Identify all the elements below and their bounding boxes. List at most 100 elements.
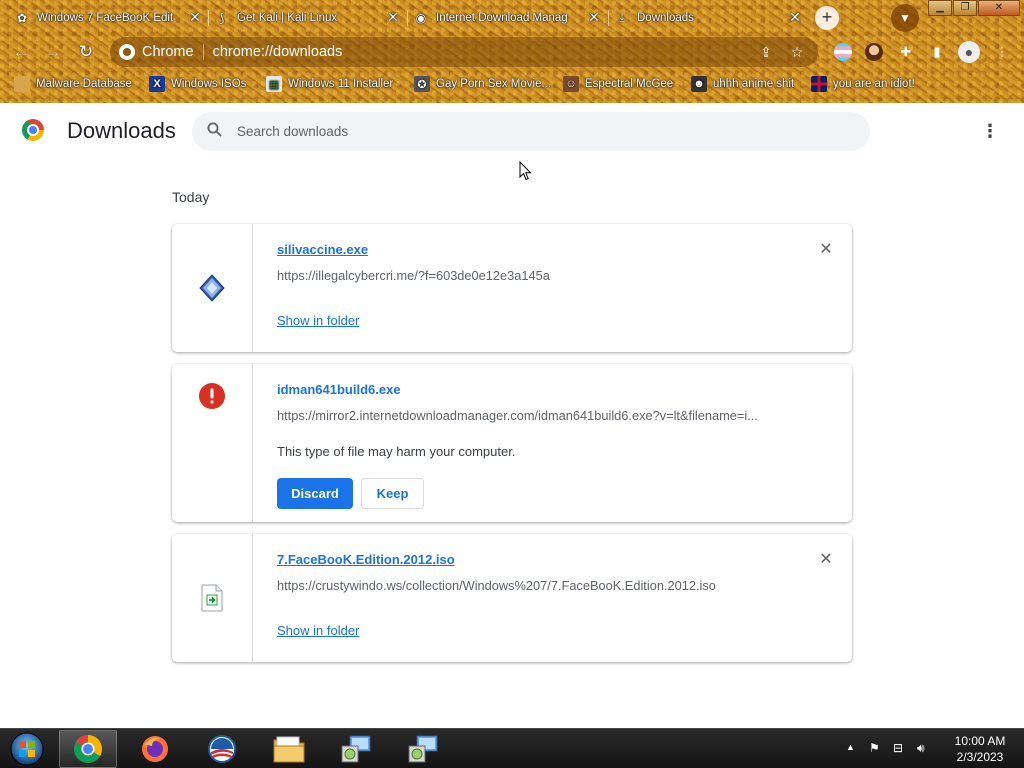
kali-dragon-icon: ⟆ [219,10,225,25]
site-chip: Chrome [142,44,204,60]
show-in-folder-link[interactable]: Show in folder [277,623,359,638]
taskbar-file-explorer[interactable] [260,730,318,768]
anime-icon: ☻ [691,76,707,92]
badge-icon: ✪ [414,76,430,92]
download-item: silivaccine.exe https://illegalcybercri.… [172,224,852,352]
forward-button[interactable]: → [42,41,64,63]
taskbar-obama-logo[interactable] [193,730,251,768]
volume-icon[interactable]: 🔊︎ [917,741,925,756]
minimize-button[interactable]: ▁ [928,0,952,16]
tab-close-icon[interactable]: ✕ [786,9,804,26]
bookmarks-bar: Malware Database X Windows ISOs ▦ Window… [0,70,1024,98]
side-panel-icon[interactable]: ▮ [928,43,946,61]
bookmark-malware-database[interactable]: Malware Database [14,76,132,92]
bookmark-espectral-mcgee[interactable]: ☺ Espectral McGee [563,76,673,92]
danger-icon [199,383,225,409]
x-logo-icon: X [149,76,165,92]
remove-download-close-icon[interactable]: ✕ [816,240,836,260]
download-file-name: idman641build6.exe [277,382,401,397]
more-actions-icon[interactable]: ⋮ [980,119,1000,143]
avatar-extension-icon[interactable] [865,43,883,61]
network-icon[interactable]: ⊟ [893,741,903,755]
download-url: https://mirror2.internetdownloadmanager.… [277,408,758,423]
taskbar-chrome[interactable] [59,730,117,768]
download-url: https://crustywindo.ws/collection/Window… [277,578,716,593]
taskbar: ▲ ⚑ ⊟ 🔊︎ 10:00 AM 2/3/2023 [0,728,1024,768]
extensions-puzzle-icon[interactable]: ✚ [897,43,915,61]
tab-internet-download-manager[interactable]: ◉ Internet Download Manag ✕ [413,4,603,31]
obama-logo-icon [208,735,236,763]
reload-icon: ↻ [78,42,94,61]
bookmark-you-are-an-idiot[interactable]: you are an idiot! [811,76,915,92]
browser-frame: ✿ Windows 7 FaceBooK Edit ✕ ⟆ Get Kali |… [0,0,1024,103]
clock-time: 10:00 AM [954,734,1006,748]
tab-get-kali[interactable]: ⟆ Get Kali | Kali Linux ✕ [214,4,402,31]
tab-downloads[interactable]: ⤓ Downloads ✕ [614,4,804,31]
action-center-flag-icon[interactable]: ⚑ [869,741,880,755]
back-arrow-icon: ← [12,42,30,61]
window-close-button[interactable]: ✕ [978,0,1020,16]
page-title: Downloads [67,118,176,143]
share-icon[interactable]: ⇪ [756,44,776,61]
start-button[interactable] [9,732,45,766]
clock-date: 2/3/2023 [956,750,1004,764]
folder-icon [14,76,30,92]
file-icon-column [172,224,253,352]
bookmark-gay-porn-sex-movie[interactable]: ✪ Gay Porn Sex Movie... [414,76,551,92]
search-input[interactable] [237,124,870,139]
search-downloads[interactable] [192,112,870,151]
chevron-down-icon: ▼ [899,11,911,25]
search-icon [204,122,224,141]
tab-close-icon[interactable]: ✕ [384,9,402,26]
chrome-site-icon [119,44,135,60]
taskbar-setup-program[interactable] [327,730,385,768]
download-file-name[interactable]: silivaccine.exe [277,242,368,257]
tab-separator [208,10,209,26]
download-file-name[interactable]: 7.FaceBooK.Edition.2012.iso [277,552,455,567]
restore-button[interactable]: ❐ [953,0,977,16]
generic-site-icon: ✿ [16,10,28,25]
tab-separator [407,10,408,26]
section-date-label: Today [172,189,210,205]
kebab-menu-icon[interactable]: ⋮ [993,43,1011,61]
folder-icon [273,736,305,763]
tab-close-icon[interactable]: ✕ [585,9,603,26]
download-icon: ⤓ [619,10,625,24]
reload-button[interactable]: ↻ [75,41,97,63]
show-hidden-icons-chevron-icon[interactable]: ▲ [846,742,855,752]
globe-icon: ◉ [415,10,427,25]
remove-download-close-icon[interactable]: ✕ [816,550,836,570]
file-icon-column [172,364,253,522]
bookmark-windows-11-installer[interactable]: ▦ Windows 11 Installer [266,76,393,92]
back-button[interactable]: ← [10,41,32,63]
chrome-icon [74,735,102,763]
url-text[interactable]: chrome://downloads [204,44,756,60]
trans-flag-extension-icon[interactable] [834,43,852,61]
taskbar-setup-program[interactable] [394,730,452,768]
download-item: 7.FaceBooK.Edition.2012.iso https://crus… [172,534,852,662]
bookmark-windows-isos[interactable]: X Windows ISOs [149,76,246,92]
image-icon: ▦ [266,76,282,92]
tab-strip: ✿ Windows 7 FaceBooK Edit ✕ ⟆ Get Kali |… [0,0,1024,34]
danger-warning-text: This type of file may harm your computer… [277,444,516,459]
forward-arrow-icon: → [44,42,62,61]
firefox-icon [142,736,168,762]
file-icon-column [172,534,253,662]
downloads-header: Downloads ⋮ [0,103,1024,159]
bookmark-star-icon[interactable]: ☆ [787,44,807,61]
mouse-cursor-icon [519,161,532,181]
tab-close-icon[interactable]: ✕ [186,9,204,26]
tab-search-button[interactable]: ▼ [891,4,919,32]
keep-button[interactable]: Keep [361,478,424,509]
profile-avatar-icon[interactable]: ● [958,41,980,63]
address-bar[interactable]: Chrome chrome://downloads ⇪ ☆ [110,37,818,67]
tab-windows-7-facebook[interactable]: ✿ Windows 7 FaceBooK Edit ✕ [14,4,204,31]
show-in-folder-link[interactable]: Show in folder [277,313,359,328]
taskbar-firefox[interactable] [126,730,184,768]
discard-button[interactable]: Discard [277,478,353,509]
new-tab-button[interactable]: + [815,6,839,30]
system-clock[interactable]: 10:00 AM 2/3/2023 [940,733,1020,765]
toolbar: ← → ↻ Chrome chrome://downloads ⇪ ☆ ✚ ▮ … [0,34,1024,70]
bookmark-uhhh-anime-shit[interactable]: ☻ uhhh anime shit [691,76,794,92]
tab-separator [608,10,609,26]
